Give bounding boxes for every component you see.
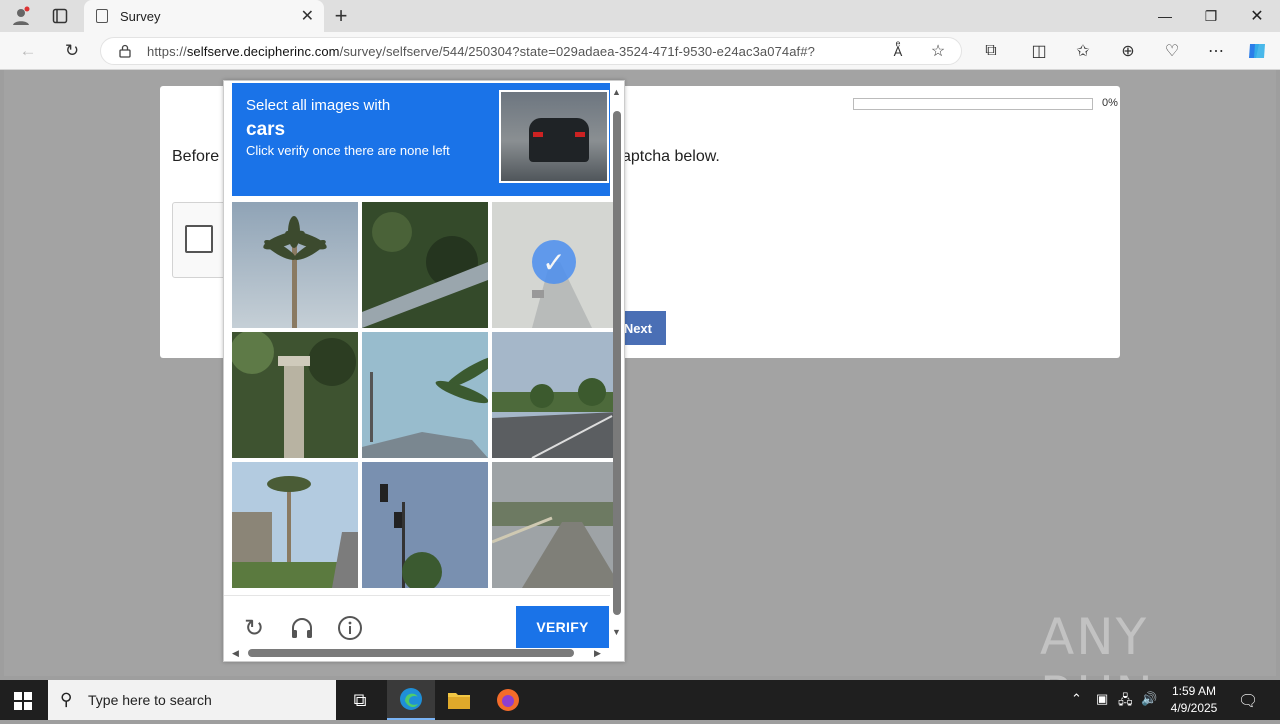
scroll-left-arrow[interactable]: ◀ — [232, 648, 239, 659]
captcha-tile[interactable] — [492, 332, 618, 458]
lock-icon — [119, 44, 131, 58]
scroll-right-arrow[interactable]: ▶ — [594, 648, 601, 659]
taskbar: ⚲ Type here to search ⧉ ⌃ ▣ 🖧 🔊 1:59 AM … — [0, 680, 1280, 720]
progress-bar — [853, 98, 1093, 110]
horizontal-scrollbar[interactable] — [248, 649, 574, 657]
search-icon: ⚲ — [60, 690, 73, 709]
tab-title: Survey — [120, 8, 161, 24]
profile-icon[interactable] — [8, 4, 34, 28]
audio-headphones-icon[interactable] — [288, 614, 316, 642]
url-path: /survey/selfserve/544/250304?state=029ad… — [339, 43, 815, 59]
captcha-tile[interactable] — [232, 332, 358, 458]
captcha-target: cars — [246, 119, 286, 140]
captcha-footer: ↻ VERIFY — [224, 595, 610, 651]
tab-survey[interactable]: Survey ✕ — [84, 0, 324, 32]
captcha-tile[interactable] — [232, 462, 358, 588]
edge-taskbar-icon[interactable] — [387, 680, 435, 720]
clock-time: 1:59 AM — [1171, 684, 1217, 698]
question-text-left: Before — [172, 148, 220, 165]
selected-check-icon: ✓ — [532, 240, 576, 284]
volume-icon[interactable]: 🔊 — [1141, 691, 1157, 707]
captcha-prompt-line1: Select all images with — [246, 97, 391, 114]
new-tab-icon[interactable]: + — [328, 3, 354, 28]
scroll-down-arrow[interactable]: ▼ — [612, 627, 621, 637]
minimize-button[interactable]: — — [1142, 0, 1188, 32]
captcha-instructions: Click verify once there are none left — [246, 143, 450, 158]
restore-button[interactable]: ❐ — [1188, 0, 1234, 32]
info-icon[interactable] — [336, 614, 364, 642]
url-prefix: https:// — [147, 43, 187, 59]
tray-chevron-icon[interactable]: ⌃ — [1071, 691, 1082, 707]
captcha-tile[interactable] — [492, 462, 618, 588]
captcha-grid: ✓ — [232, 202, 618, 588]
split-screen-icon[interactable]: ◫ — [1027, 40, 1051, 62]
example-car-image — [499, 90, 609, 183]
copilot-icon[interactable] — [1245, 40, 1269, 62]
url-domain: selfserve.decipherinc.com — [186, 43, 340, 59]
close-window-button[interactable]: ✕ — [1234, 0, 1280, 32]
page-icon — [96, 9, 108, 23]
tab-strip: Survey ✕ + — ❐ ✕ — [0, 0, 1280, 32]
search-placeholder: Type here to search — [88, 692, 212, 708]
favorite-star-icon[interactable]: ☆ — [926, 40, 950, 62]
captcha-tile[interactable] — [362, 332, 488, 458]
task-view-icon[interactable]: ⧉ — [336, 680, 384, 720]
address-toolbar: ← ↻ https://selfserve.decipherinc.com/su… — [0, 32, 1280, 70]
captcha-tile[interactable] — [232, 202, 358, 328]
file-explorer-icon[interactable] — [435, 680, 483, 720]
notifications-icon[interactable]: 🗨 — [1238, 691, 1258, 711]
captcha-tile[interactable] — [362, 202, 488, 328]
firefox-icon[interactable] — [484, 680, 532, 720]
taskbar-search[interactable]: ⚲ Type here to search — [48, 680, 336, 720]
back-icon[interactable]: ← — [15, 39, 41, 63]
captcha-tile[interactable] — [362, 462, 488, 588]
captcha-tile-selected[interactable]: ✓ — [492, 202, 618, 328]
captcha-challenge: Select all images with cars Click verify… — [223, 80, 625, 662]
favorites-icon[interactable]: ✩ — [1071, 40, 1095, 62]
scroll-up-arrow[interactable]: ▲ — [612, 87, 621, 97]
read-aloud-icon[interactable]: Aͤ — [886, 40, 910, 62]
recaptcha-checkbox[interactable] — [185, 225, 213, 253]
question-text-right: aptcha below. — [622, 148, 720, 165]
windows-start-icon[interactable] — [14, 692, 32, 710]
network-icon[interactable]: 🖧 — [1118, 691, 1133, 713]
extensions-icon[interactable]: ⧉ — [979, 40, 1003, 62]
reload-icon[interactable]: ↻ — [240, 614, 268, 642]
captcha-header: Select all images with cars Click verify… — [232, 83, 610, 196]
browser-essentials-icon[interactable]: ♡ — [1160, 40, 1184, 62]
progress-label: 0% — [1102, 97, 1118, 109]
verify-button[interactable]: VERIFY — [516, 606, 609, 648]
tab-actions-icon[interactable] — [47, 4, 73, 28]
more-menu-icon[interactable]: ⋯ — [1204, 40, 1228, 62]
close-tab-icon[interactable]: ✕ — [301, 6, 314, 26]
clock[interactable]: 1:59 AM 4/9/2025 — [1160, 683, 1228, 717]
vertical-scrollbar[interactable] — [613, 111, 621, 615]
collections-icon[interactable]: ⊕ — [1116, 40, 1140, 62]
clock-date: 4/9/2025 — [1170, 701, 1218, 715]
refresh-icon[interactable]: ↻ — [59, 39, 85, 63]
network-status-icon[interactable]: ▣ — [1096, 691, 1108, 707]
address-bar[interactable]: https://selfserve.decipherinc.com/survey… — [100, 37, 962, 65]
